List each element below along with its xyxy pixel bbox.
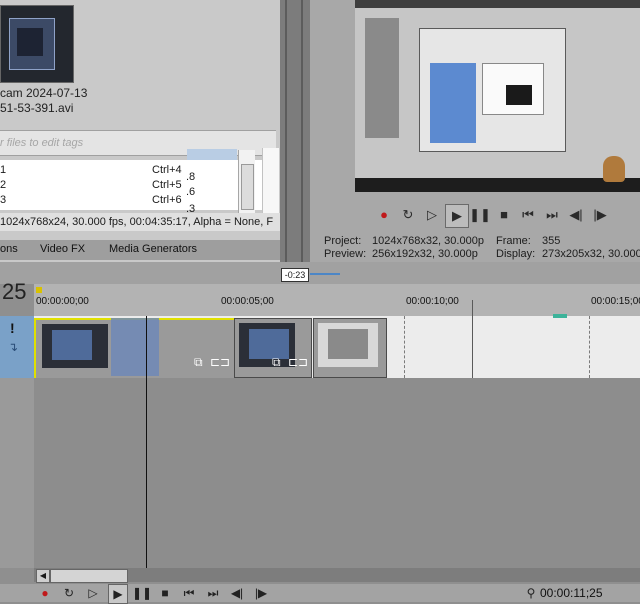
- track-number: 25: [2, 279, 27, 304]
- video-preview: [355, 0, 640, 192]
- shortcut-row[interactable]: 2 Ctrl+5: [0, 179, 186, 194]
- marker-icon[interactable]: ⚲: [522, 584, 540, 602]
- side-number: .8: [186, 171, 196, 183]
- media-filename-line2: 51-53-391.avi: [0, 101, 74, 115]
- crop-icon[interactable]: ⧉: [272, 355, 281, 370]
- play-from-start-icon[interactable]: ▷: [421, 204, 443, 226]
- video-clip[interactable]: [313, 318, 387, 378]
- track-header-empty: [0, 378, 34, 568]
- stop-icon[interactable]: ■: [493, 204, 515, 226]
- pause-icon[interactable]: ❚❚: [469, 204, 491, 226]
- prev-frame-icon[interactable]: ◀|: [565, 204, 587, 226]
- panel-splitter[interactable]: [285, 0, 287, 262]
- go-to-end-icon[interactable]: ⏭: [204, 584, 222, 602]
- mute-icon[interactable]: !: [10, 320, 15, 336]
- cursor-time-flag: -0:23: [281, 268, 309, 282]
- preview-label: Preview:: [324, 248, 367, 260]
- side-number: .6: [186, 186, 196, 198]
- scroll-left-icon[interactable]: ◀: [36, 569, 50, 583]
- edit-cursor[interactable]: [472, 300, 473, 378]
- frame-label: Frame:: [496, 235, 531, 247]
- scale-column: [262, 148, 279, 214]
- cursor-tail: [310, 273, 340, 275]
- tab-transitions[interactable]: ons: [0, 243, 18, 255]
- prev-frame-icon[interactable]: ◀|: [228, 584, 246, 602]
- shortcut-row[interactable]: 3 Ctrl+6: [0, 194, 186, 209]
- timeline-ruler[interactable]: 00:00:00;00 00:00:05;00 00:00:10;00 00:0…: [34, 284, 640, 316]
- ruler-tick: 00:00:15;00: [591, 296, 640, 307]
- scrollbar-thumb[interactable]: [241, 164, 254, 210]
- shortcut-row[interactable]: 1 Ctrl+4: [0, 164, 186, 179]
- window-tabs: ons Video FX Media Generators: [0, 240, 280, 260]
- ruler-tick: 00:00:10;00: [406, 296, 459, 307]
- ruler-tick: 00:00:00;00: [36, 296, 89, 307]
- tags-placeholder: r files to edit tags: [0, 137, 84, 149]
- project-label: Project:: [324, 235, 362, 247]
- shortcut-list: 1 Ctrl+4 2 Ctrl+5 3 Ctrl+6: [0, 160, 276, 210]
- grid-line: [404, 316, 405, 378]
- timeline-empty-area[interactable]: [34, 378, 640, 568]
- frame-value: 355: [542, 235, 561, 247]
- go-to-start-icon[interactable]: ⏮: [180, 584, 198, 602]
- loop-icon[interactable]: ↻: [60, 584, 78, 602]
- clip-selection: [111, 318, 159, 376]
- go-to-end-icon[interactable]: ⏭: [541, 204, 563, 226]
- media-thumbnail[interactable]: [0, 5, 74, 83]
- media-filename-line1: cam 2024-07-13: [0, 86, 88, 100]
- display-value: 273x205x32, 30.000: [542, 248, 640, 260]
- playhead[interactable]: [146, 316, 147, 568]
- track-header[interactable]: ! ↴: [0, 316, 34, 378]
- loop-region[interactable]: [553, 314, 567, 318]
- play-icon[interactable]: ▶: [445, 204, 469, 228]
- ruler-tick: 00:00:05;00: [221, 296, 274, 307]
- record-icon[interactable]: ●: [36, 584, 54, 602]
- crop-icon[interactable]: ⧉: [194, 355, 203, 370]
- region-marker[interactable]: [36, 287, 42, 293]
- tab-video-fx[interactable]: Video FX: [40, 243, 85, 255]
- stop-icon[interactable]: ■: [156, 584, 174, 602]
- tab-media-generators[interactable]: Media Generators: [109, 243, 197, 255]
- vertical-scrollbar[interactable]: [238, 150, 255, 216]
- grid-line: [589, 316, 590, 378]
- preview-value: 256x192x32, 30.000p: [372, 248, 478, 260]
- track-motion-icon[interactable]: ↴: [8, 340, 18, 354]
- horizontal-scrollbar[interactable]: ◀: [34, 568, 640, 583]
- panel-splitter[interactable]: [301, 0, 303, 262]
- play-icon[interactable]: ▶: [108, 584, 128, 604]
- scrollbar-thumb[interactable]: [50, 569, 128, 583]
- play-from-start-icon[interactable]: ▷: [84, 584, 102, 602]
- display-label: Display:: [496, 248, 536, 260]
- media-info: 1024x768x24, 30.000 fps, 00:04:35:17, Al…: [0, 213, 280, 231]
- go-to-start-icon[interactable]: ⏮: [517, 204, 539, 226]
- current-time: 00:00:11;25: [540, 586, 603, 600]
- next-frame-icon[interactable]: |▶: [252, 584, 270, 602]
- preview-transport: ● ↻ ▷ ▶ ❚❚ ■ ⏮ ⏭ ◀| |▶: [355, 204, 640, 230]
- next-frame-icon[interactable]: |▶: [589, 204, 611, 226]
- fx-icon[interactable]: ⊏⊐: [288, 355, 308, 369]
- loop-icon[interactable]: ↻: [397, 204, 419, 226]
- fx-icon[interactable]: ⊏⊐: [210, 355, 230, 369]
- record-icon[interactable]: ●: [373, 204, 395, 226]
- pause-icon[interactable]: ❚❚: [132, 584, 152, 602]
- project-value: 1024x768x32, 30.000p: [372, 235, 484, 247]
